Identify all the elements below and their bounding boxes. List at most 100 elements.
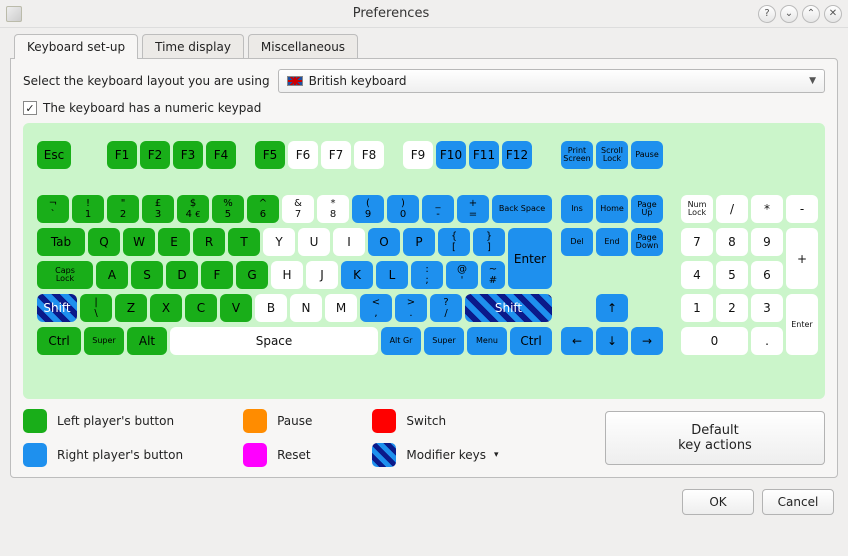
cancel-button[interactable]: Cancel xyxy=(762,489,834,515)
key-np-decimal[interactable]: . xyxy=(751,327,783,355)
key-1[interactable]: !1 xyxy=(72,195,104,223)
key-np-8[interactable]: 8 xyxy=(716,228,748,256)
key-f2[interactable]: F2 xyxy=(140,141,170,169)
key-arrow-left[interactable]: ← xyxy=(561,327,593,355)
key-x[interactable]: X xyxy=(150,294,182,322)
key-hash[interactable]: ~# xyxy=(481,261,505,289)
key-d[interactable]: D xyxy=(166,261,198,289)
key-f6[interactable]: F6 xyxy=(288,141,318,169)
key-np-5[interactable]: 5 xyxy=(716,261,748,289)
key-f10[interactable]: F10 xyxy=(436,141,466,169)
key-f1[interactable]: F1 xyxy=(107,141,137,169)
key-i[interactable]: I xyxy=(333,228,365,256)
tab-miscellaneous[interactable]: Miscellaneous xyxy=(248,34,358,59)
key-h[interactable]: H xyxy=(271,261,303,289)
key-f5[interactable]: F5 xyxy=(255,141,285,169)
key-esc[interactable]: Esc xyxy=(37,141,71,169)
key-menu[interactable]: Menu xyxy=(467,327,507,355)
key-a[interactable]: A xyxy=(96,261,128,289)
key-np-multiply[interactable]: * xyxy=(751,195,783,223)
key-u[interactable]: U xyxy=(298,228,330,256)
key-np-4[interactable]: 4 xyxy=(681,261,713,289)
key-bracket-right[interactable]: }] xyxy=(473,228,505,256)
default-key-actions-button[interactable]: Default key actions xyxy=(605,411,825,465)
key-v[interactable]: V xyxy=(220,294,252,322)
key-w[interactable]: W xyxy=(123,228,155,256)
key-j[interactable]: J xyxy=(306,261,338,289)
key-capslock[interactable]: Caps Lock xyxy=(37,261,93,289)
key-r[interactable]: R xyxy=(193,228,225,256)
key-4[interactable]: $4 € xyxy=(177,195,209,223)
key-f4[interactable]: F4 xyxy=(206,141,236,169)
key-2[interactable]: "2 xyxy=(107,195,139,223)
key-print-screen[interactable]: Print Screen xyxy=(561,141,593,169)
key-f8[interactable]: F8 xyxy=(354,141,384,169)
key-enter[interactable]: Enter xyxy=(508,228,552,289)
key-np-3[interactable]: 3 xyxy=(751,294,783,322)
key-page-up[interactable]: Page Up xyxy=(631,195,663,223)
maximize-button[interactable]: ⌃ xyxy=(802,5,820,23)
key-minus[interactable]: _- xyxy=(422,195,454,223)
key-o[interactable]: O xyxy=(368,228,400,256)
key-np-7[interactable]: 7 xyxy=(681,228,713,256)
minimize-button[interactable]: ⌄ xyxy=(780,5,798,23)
key-0[interactable]: )0 xyxy=(387,195,419,223)
chevron-down-icon[interactable]: ▾ xyxy=(494,450,499,460)
key-insert[interactable]: Ins xyxy=(561,195,593,223)
key-y[interactable]: Y xyxy=(263,228,295,256)
key-np-0[interactable]: 0 xyxy=(681,327,748,355)
key-backspace[interactable]: Back Space xyxy=(492,195,552,223)
help-button[interactable]: ? xyxy=(758,5,776,23)
key-equals[interactable]: += xyxy=(457,195,489,223)
key-6[interactable]: ^6 xyxy=(247,195,279,223)
key-backslash[interactable]: |\ xyxy=(80,294,112,322)
key-n[interactable]: N xyxy=(290,294,322,322)
key-7[interactable]: &7 xyxy=(282,195,314,223)
close-button[interactable]: ✕ xyxy=(824,5,842,23)
key-comma[interactable]: <, xyxy=(360,294,392,322)
key-backtick[interactable]: ¬` xyxy=(37,195,69,223)
key-tab[interactable]: Tab xyxy=(37,228,85,256)
key-left-alt[interactable]: Alt xyxy=(127,327,167,355)
key-f12[interactable]: F12 xyxy=(502,141,532,169)
key-k[interactable]: K xyxy=(341,261,373,289)
layout-combo[interactable]: British keyboard ▼ xyxy=(278,69,825,93)
key-bracket-left[interactable]: {[ xyxy=(438,228,470,256)
key-e[interactable]: E xyxy=(158,228,190,256)
key-f3[interactable]: F3 xyxy=(173,141,203,169)
key-right-shift[interactable]: Shift xyxy=(465,294,552,322)
key-np-1[interactable]: 1 xyxy=(681,294,713,322)
key-g[interactable]: G xyxy=(236,261,268,289)
key-slash[interactable]: ?/ xyxy=(430,294,462,322)
key-delete[interactable]: Del xyxy=(561,228,593,256)
key-c[interactable]: C xyxy=(185,294,217,322)
key-arrow-right[interactable]: → xyxy=(631,327,663,355)
key-f[interactable]: F xyxy=(201,261,233,289)
numpad-checkbox[interactable]: ✓ xyxy=(23,101,37,115)
key-page-down[interactable]: Page Down xyxy=(631,228,663,256)
key-l[interactable]: L xyxy=(376,261,408,289)
tab-keyboard-setup[interactable]: Keyboard set-up xyxy=(14,34,138,59)
key-right-super[interactable]: Super xyxy=(424,327,464,355)
key-np-add[interactable]: + xyxy=(786,228,818,289)
key-8[interactable]: *8 xyxy=(317,195,349,223)
key-left-shift[interactable]: Shift xyxy=(37,294,77,322)
key-np-2[interactable]: 2 xyxy=(716,294,748,322)
key-np-enter[interactable]: Enter xyxy=(786,294,818,355)
key-right-ctrl[interactable]: Ctrl xyxy=(510,327,552,355)
key-altgr[interactable]: Alt Gr xyxy=(381,327,421,355)
key-end[interactable]: End xyxy=(596,228,628,256)
key-home[interactable]: Home xyxy=(596,195,628,223)
key-arrow-down[interactable]: ↓ xyxy=(596,327,628,355)
key-numlock[interactable]: Num Lock xyxy=(681,195,713,223)
key-p[interactable]: P xyxy=(403,228,435,256)
key-b[interactable]: B xyxy=(255,294,287,322)
key-z[interactable]: Z xyxy=(115,294,147,322)
key-5[interactable]: %5 xyxy=(212,195,244,223)
key-arrow-up[interactable]: ↑ xyxy=(596,294,628,322)
key-f9[interactable]: F9 xyxy=(403,141,433,169)
key-np-9[interactable]: 9 xyxy=(751,228,783,256)
key-left-ctrl[interactable]: Ctrl xyxy=(37,327,81,355)
key-9[interactable]: (9 xyxy=(352,195,384,223)
key-f7[interactable]: F7 xyxy=(321,141,351,169)
